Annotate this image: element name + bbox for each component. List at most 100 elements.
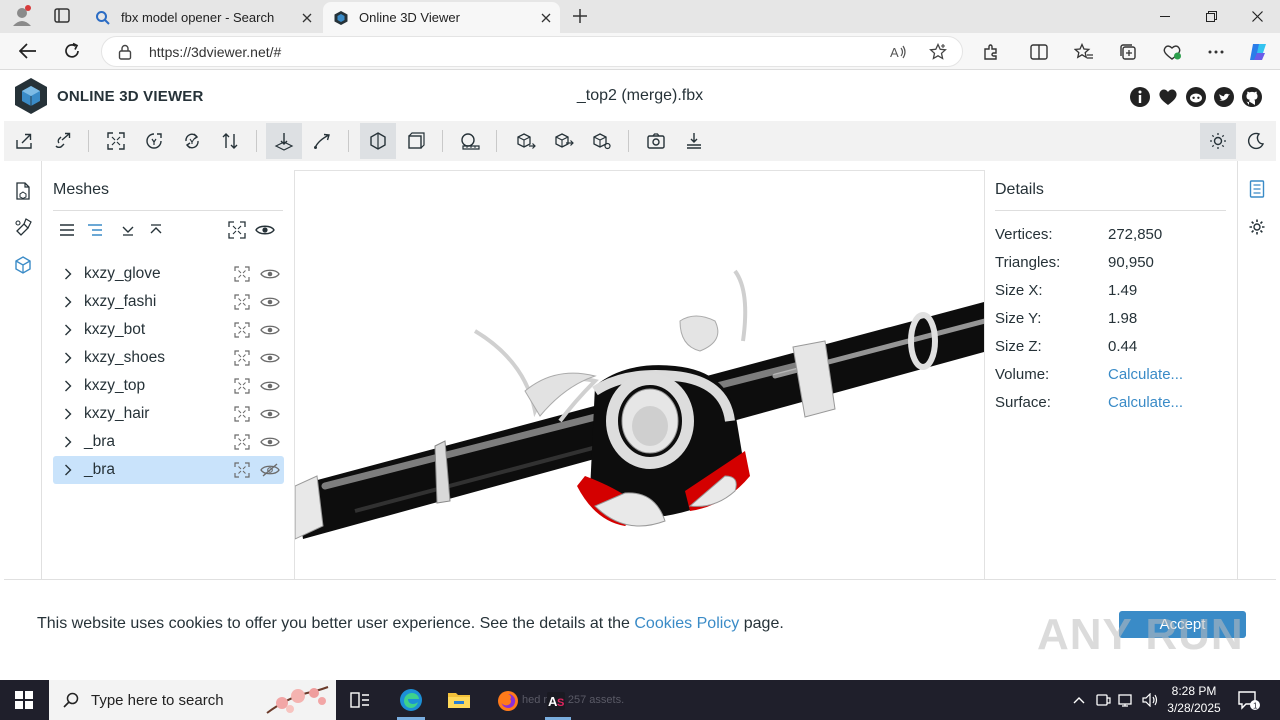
fit-mesh-icon[interactable]	[228, 262, 256, 286]
free-orbit-icon[interactable]	[304, 123, 340, 159]
y-up-icon[interactable]	[136, 123, 172, 159]
expand-all-icon[interactable]	[117, 219, 139, 241]
lock-icon[interactable]	[118, 44, 132, 60]
eye-icon[interactable]	[256, 318, 284, 342]
cookies-policy-link[interactable]: Cookies Policy	[634, 615, 739, 632]
mesh-item[interactable]: kxzy_bot	[53, 316, 284, 344]
flat-list-icon[interactable]	[56, 219, 78, 241]
fit-all-meshes-icon[interactable]	[226, 219, 248, 241]
system-clock[interactable]: 8:28 PM 3/28/2025	[1158, 683, 1230, 717]
device-icon[interactable]	[1092, 680, 1114, 720]
url-field[interactable]: https://3dviewer.net/# A	[101, 36, 963, 67]
flip-up-icon[interactable]	[174, 123, 210, 159]
mesh-item[interactable]: kxzy_top	[53, 372, 284, 400]
windows-start-icon[interactable]	[0, 680, 48, 720]
eye-icon[interactable]	[256, 346, 284, 370]
settings-gear-icon[interactable]	[1246, 216, 1268, 238]
fit-mesh-icon[interactable]	[228, 374, 256, 398]
calculate-volume-link[interactable]: Calculate...	[1108, 366, 1183, 383]
chevron-right-icon[interactable]	[55, 296, 81, 308]
fit-mesh-icon[interactable]	[228, 290, 256, 314]
fix-up-icon[interactable]	[212, 123, 248, 159]
files-panel-icon[interactable]	[12, 180, 34, 202]
perspective-camera-icon[interactable]	[360, 123, 396, 159]
copilot-icon[interactable]	[1244, 38, 1272, 65]
chevron-right-icon[interactable]	[55, 352, 81, 364]
eye-icon[interactable]	[256, 374, 284, 398]
eye-hidden-icon[interactable]	[256, 458, 284, 482]
refresh-icon[interactable]	[57, 37, 87, 65]
dark-mode-icon[interactable]	[1238, 123, 1274, 159]
tab-online-3d-viewer[interactable]: Online 3D Viewer	[323, 2, 560, 33]
chevron-right-icon[interactable]	[55, 380, 81, 392]
task-view-icon[interactable]	[336, 680, 384, 720]
tree-view-icon[interactable]	[84, 219, 106, 241]
measure-icon[interactable]	[452, 123, 488, 159]
eye-icon[interactable]	[256, 290, 284, 314]
export-icon[interactable]	[508, 123, 544, 159]
extensions-icon[interactable]	[977, 38, 1005, 65]
collections-icon[interactable]	[1114, 38, 1142, 65]
heart-icon[interactable]	[1157, 86, 1179, 108]
fit-mesh-icon[interactable]	[228, 458, 256, 482]
show-hidden-icons-chevron-icon[interactable]	[1068, 680, 1090, 720]
file-explorer-icon[interactable]	[435, 680, 483, 720]
read-aloud-icon[interactable]: A	[888, 42, 910, 62]
orbit-mode-icon[interactable]	[266, 123, 302, 159]
calculate-surface-link[interactable]: Calculate...	[1108, 394, 1183, 411]
materials-panel-icon[interactable]	[12, 216, 34, 238]
discord-icon[interactable]	[1185, 86, 1207, 108]
fit-mesh-icon[interactable]	[228, 346, 256, 370]
settings-model-icon[interactable]	[584, 123, 620, 159]
github-icon[interactable]	[1241, 86, 1263, 108]
mesh-item[interactable]: kxzy_fashi	[53, 288, 284, 316]
info-icon[interactable]	[1129, 86, 1151, 108]
mesh-item[interactable]: _bra	[53, 428, 284, 456]
open-file-icon[interactable]	[6, 123, 42, 159]
eye-icon[interactable]	[256, 430, 284, 454]
eye-icon[interactable]	[256, 402, 284, 426]
minimize-icon[interactable]	[1142, 0, 1188, 33]
details-panel-icon[interactable]	[1246, 178, 1268, 200]
twitter-icon[interactable]	[1213, 86, 1235, 108]
orthographic-camera-icon[interactable]	[398, 123, 434, 159]
snapshot-icon[interactable]	[638, 123, 674, 159]
chevron-right-icon[interactable]	[55, 436, 81, 448]
show-all-eye-icon[interactable]	[254, 219, 276, 241]
open-url-icon[interactable]	[44, 123, 80, 159]
chevron-right-icon[interactable]	[55, 324, 81, 336]
mesh-item[interactable]: kxzy_shoes	[53, 344, 284, 372]
mesh-item[interactable]: kxzy_glove	[53, 260, 284, 288]
fit-mesh-icon[interactable]	[228, 402, 256, 426]
close-tab-icon[interactable]	[532, 4, 560, 32]
fit-mesh-icon[interactable]	[228, 430, 256, 454]
new-tab-icon[interactable]	[566, 4, 594, 28]
chevron-right-icon[interactable]	[55, 408, 81, 420]
chevron-right-icon[interactable]	[55, 464, 81, 476]
download-icon[interactable]	[676, 123, 712, 159]
close-tab-icon[interactable]	[293, 4, 321, 32]
network-icon[interactable]	[1116, 680, 1138, 720]
favorites-icon[interactable]	[1070, 38, 1098, 65]
eye-icon[interactable]	[256, 262, 284, 286]
tab-search[interactable]: fbx model opener - Search	[85, 2, 321, 33]
notification-center-icon[interactable]: 1	[1234, 688, 1262, 712]
share-icon[interactable]	[546, 123, 582, 159]
firefox-task[interactable]: hed rting 257 assets. AS	[495, 680, 670, 720]
close-window-icon[interactable]	[1234, 0, 1280, 33]
profile-avatar-icon[interactable]	[8, 4, 36, 28]
taskbar-search-box[interactable]: Type here to search	[49, 680, 336, 720]
3d-viewport[interactable]	[294, 170, 985, 579]
fit-mesh-icon[interactable]	[228, 318, 256, 342]
split-screen-icon[interactable]	[1025, 38, 1053, 65]
edge-browser-icon[interactable]	[387, 680, 435, 720]
meshes-panel-icon[interactable]	[12, 254, 34, 276]
chevron-right-icon[interactable]	[55, 268, 81, 280]
mesh-item-selected[interactable]: _bra	[53, 456, 284, 484]
tab-actions-icon[interactable]	[48, 4, 76, 28]
more-options-icon[interactable]	[1202, 38, 1230, 65]
light-mode-icon[interactable]	[1200, 123, 1236, 159]
browser-essentials-icon[interactable]	[1158, 38, 1186, 65]
favorite-star-icon[interactable]	[927, 42, 949, 62]
back-icon[interactable]	[13, 37, 43, 65]
